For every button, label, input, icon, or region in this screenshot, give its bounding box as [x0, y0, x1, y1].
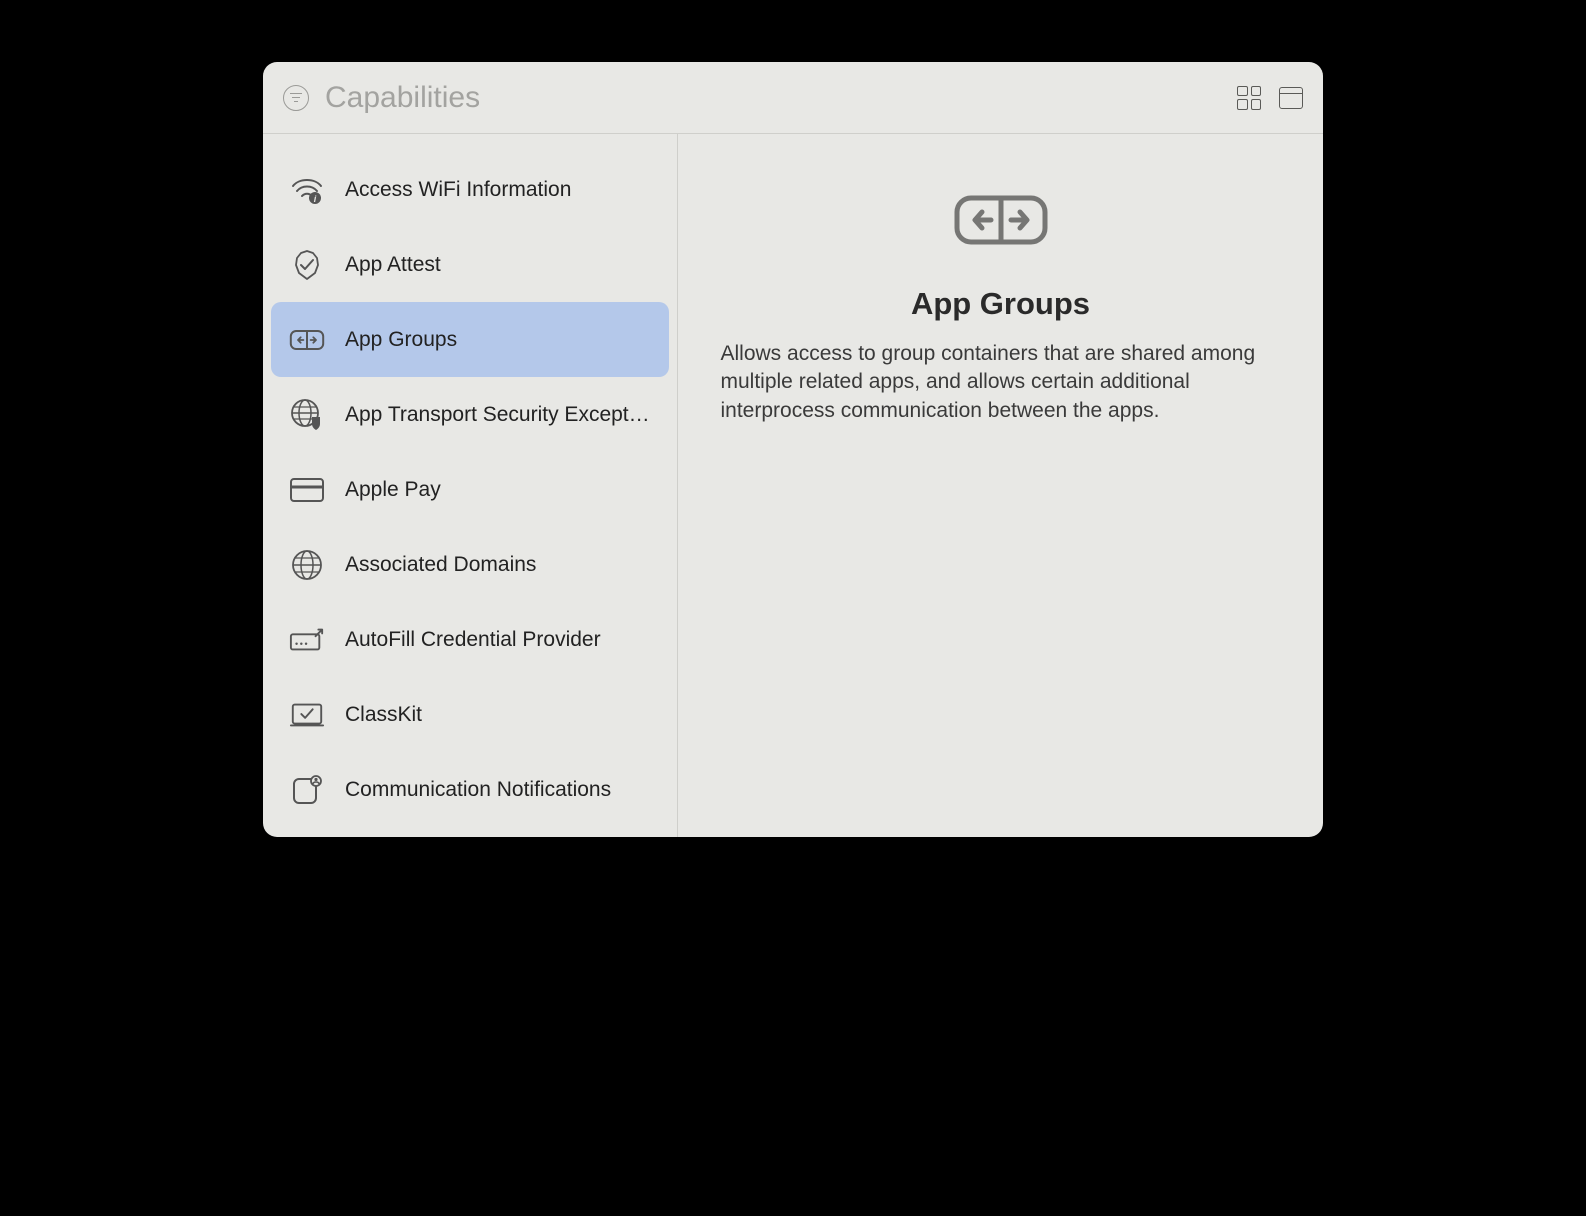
link-icon — [289, 322, 325, 358]
attest-icon — [289, 247, 325, 283]
globe-icon — [289, 547, 325, 583]
detail-view-icon[interactable] — [1279, 87, 1303, 109]
titlebar-right — [1237, 86, 1303, 110]
sidebar-item-classkit[interactable]: ClassKit — [271, 677, 669, 752]
detail-title: App Groups — [911, 286, 1090, 322]
sidebar-item-autofill[interactable]: AutoFill Credential Provider — [271, 602, 669, 677]
sidebar-item-label: ClassKit — [345, 703, 422, 727]
detail-link-icon — [953, 194, 1049, 246]
detail-description: Allows access to group containers that a… — [721, 340, 1281, 425]
sidebar-item-app-groups[interactable]: App Groups — [271, 302, 669, 377]
filter-icon[interactable] — [283, 85, 309, 111]
sidebar-item-label: Associated Domains — [345, 553, 536, 577]
sidebar-item-label: App Transport Security Excepti… — [345, 403, 651, 427]
sidebar-item-label: Access WiFi Information — [345, 178, 571, 202]
sidebar-item-associated-domains[interactable]: Associated Domains — [271, 527, 669, 602]
sidebar-item-label: Communication Notifications — [345, 778, 611, 802]
capabilities-window: Capabilities i Access — [263, 62, 1323, 837]
capabilities-sidebar[interactable]: i Access WiFi Information App Attest — [263, 134, 678, 837]
sidebar-item-label: Apple Pay — [345, 478, 441, 502]
content-area: i Access WiFi Information App Attest — [263, 134, 1323, 837]
titlebar-left: Capabilities — [283, 81, 480, 115]
comm-notif-icon — [289, 772, 325, 808]
sidebar-item-app-attest[interactable]: App Attest — [271, 227, 669, 302]
grid-view-icon[interactable] — [1237, 86, 1261, 110]
sidebar-item-label: App Attest — [345, 253, 441, 277]
card-icon — [289, 472, 325, 508]
classkit-icon — [289, 697, 325, 733]
sidebar-item-ats-exception[interactable]: App Transport Security Excepti… — [271, 377, 669, 452]
sidebar-item-apple-pay[interactable]: Apple Pay — [271, 452, 669, 527]
wifi-info-icon: i — [289, 172, 325, 208]
sidebar-item-label: App Groups — [345, 328, 457, 352]
page-title: Capabilities — [325, 81, 480, 115]
sidebar-item-access-wifi[interactable]: i Access WiFi Information — [271, 152, 669, 227]
sidebar-item-communication-notifications[interactable]: Communication Notifications — [271, 752, 669, 827]
titlebar: Capabilities — [263, 62, 1323, 134]
globe-shield-icon — [289, 397, 325, 433]
key-form-icon — [289, 622, 325, 658]
sidebar-item-label: AutoFill Credential Provider — [345, 628, 601, 652]
detail-pane: App Groups Allows access to group contai… — [678, 134, 1323, 837]
